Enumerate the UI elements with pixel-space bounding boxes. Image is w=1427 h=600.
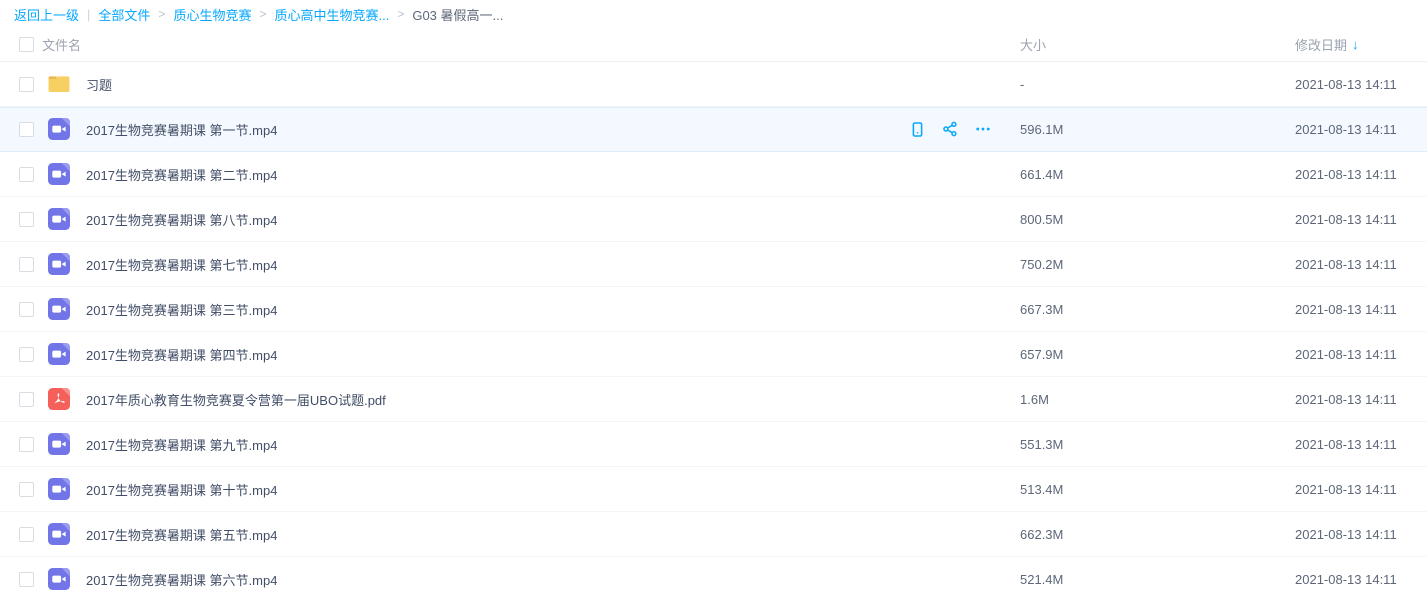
table-row[interactable]: 2017生物竞赛暑期课 第三节.mp4 bbox=[0, 287, 1427, 332]
breadcrumb-chevron: > bbox=[259, 7, 266, 21]
file-name-link[interactable]: 2017生物竞赛暑期课 第七节.mp4 bbox=[86, 255, 277, 274]
file-table-header: 文件名 大小 修改日期 ↓ bbox=[0, 28, 1427, 62]
file-modified: 2021-08-13 14:11 bbox=[1265, 302, 1427, 317]
file-name-link[interactable]: 2017生物竞赛暑期课 第六节.mp4 bbox=[86, 570, 277, 589]
breadcrumb-back-link[interactable]: 返回上一级 bbox=[14, 5, 79, 24]
table-row[interactable]: 2017生物竞赛暑期课 第九节.mp4 bbox=[0, 422, 1427, 467]
file-size: 661.4M bbox=[1020, 167, 1265, 182]
table-row[interactable]: 2017生物竞赛暑期课 第四节.mp4 bbox=[0, 332, 1427, 377]
row-checkbox[interactable] bbox=[19, 302, 34, 317]
column-header-modified-label: 修改日期 bbox=[1295, 35, 1347, 54]
file-modified: 2021-08-13 14:11 bbox=[1265, 212, 1427, 227]
file-name-link[interactable]: 2017生物竞赛暑期课 第十节.mp4 bbox=[86, 480, 277, 499]
select-all-checkbox[interactable] bbox=[19, 37, 34, 52]
file-modified: 2021-08-13 14:11 bbox=[1265, 122, 1427, 137]
to-device-icon[interactable] bbox=[908, 120, 926, 138]
row-hover-actions bbox=[908, 120, 992, 138]
row-checkbox[interactable] bbox=[19, 437, 34, 452]
video-file-icon bbox=[47, 567, 71, 591]
row-checkbox[interactable] bbox=[19, 347, 34, 362]
file-size: 521.4M bbox=[1020, 572, 1265, 587]
column-header-modified[interactable]: 修改日期 ↓ bbox=[1265, 35, 1427, 54]
video-file-icon bbox=[47, 207, 71, 231]
file-modified: 2021-08-13 14:11 bbox=[1265, 167, 1427, 182]
sort-desc-icon[interactable]: ↓ bbox=[1352, 37, 1359, 52]
row-checkbox[interactable] bbox=[19, 77, 34, 92]
file-size: 750.2M bbox=[1020, 257, 1265, 272]
file-modified: 2021-08-13 14:11 bbox=[1265, 347, 1427, 362]
file-modified: 2021-08-13 14:11 bbox=[1265, 77, 1427, 92]
folder-icon bbox=[46, 71, 72, 97]
breadcrumb-link[interactable]: 质心高中生物竞赛... bbox=[274, 5, 389, 24]
column-header-size[interactable]: 大小 bbox=[1020, 35, 1265, 54]
breadcrumb-bar-separator: | bbox=[87, 7, 90, 22]
breadcrumb: 返回上一级 | 全部文件 > 质心生物竞赛 > 质心高中生物竞赛... > G03 暑假高一… bbox=[0, 0, 1427, 28]
table-row[interactable]: 2017生物竞赛暑期课 第二节.mp4 bbox=[0, 152, 1427, 197]
more-icon[interactable] bbox=[974, 120, 992, 138]
table-row[interactable]: 2017生物竞赛暑期课 第十节.mp4 bbox=[0, 467, 1427, 512]
file-modified: 2021-08-13 14:11 bbox=[1265, 482, 1427, 497]
table-row[interactable]: 2017生物竞赛暑期课 第六节.mp4 bbox=[0, 557, 1427, 600]
file-size: 667.3M bbox=[1020, 302, 1265, 317]
file-size: - bbox=[1020, 77, 1265, 92]
file-list: 习题 bbox=[0, 62, 1427, 600]
file-modified: 2021-08-13 14:11 bbox=[1265, 572, 1427, 587]
share-icon[interactable] bbox=[941, 120, 959, 138]
file-size: 657.9M bbox=[1020, 347, 1265, 362]
file-size: 596.1M bbox=[1020, 122, 1265, 137]
file-name-link[interactable]: 2017生物竞赛暑期课 第一节.mp4 bbox=[86, 120, 277, 139]
video-file-icon bbox=[47, 432, 71, 456]
column-header-filename[interactable]: 文件名 bbox=[42, 35, 1020, 54]
file-name-link[interactable]: 习题 bbox=[86, 75, 112, 94]
breadcrumb-link[interactable]: 质心生物竞赛 bbox=[173, 5, 251, 24]
row-checkbox[interactable] bbox=[19, 392, 34, 407]
video-file-icon bbox=[47, 117, 71, 141]
file-name-link[interactable]: 2017生物竞赛暑期课 第四节.mp4 bbox=[86, 345, 277, 364]
video-file-icon bbox=[47, 522, 71, 546]
row-checkbox[interactable] bbox=[19, 257, 34, 272]
row-checkbox[interactable] bbox=[19, 212, 34, 227]
file-name-link[interactable]: 2017生物竞赛暑期课 第九节.mp4 bbox=[86, 435, 277, 454]
file-modified: 2021-08-13 14:11 bbox=[1265, 527, 1427, 542]
file-modified: 2021-08-13 14:11 bbox=[1265, 257, 1427, 272]
video-file-icon bbox=[47, 342, 71, 366]
video-file-icon bbox=[47, 297, 71, 321]
table-row[interactable]: 2017年质心教育生物竞赛夏令营第一届UBO试题.pdf bbox=[0, 377, 1427, 422]
breadcrumb-chevron: > bbox=[397, 7, 404, 21]
file-size: 800.5M bbox=[1020, 212, 1265, 227]
row-checkbox[interactable] bbox=[19, 122, 34, 137]
table-row[interactable]: 2017生物竞赛暑期课 第八节.mp4 bbox=[0, 197, 1427, 242]
table-row[interactable]: 2017生物竞赛暑期课 第七节.mp4 bbox=[0, 242, 1427, 287]
video-file-icon bbox=[47, 162, 71, 186]
file-modified: 2021-08-13 14:11 bbox=[1265, 392, 1427, 407]
row-checkbox[interactable] bbox=[19, 527, 34, 542]
row-checkbox[interactable] bbox=[19, 167, 34, 182]
video-file-icon bbox=[47, 477, 71, 501]
file-size: 551.3M bbox=[1020, 437, 1265, 452]
breadcrumb-current: G03 暑假高一... bbox=[412, 5, 503, 24]
file-size: 1.6M bbox=[1020, 392, 1265, 407]
file-name-link[interactable]: 2017生物竞赛暑期课 第二节.mp4 bbox=[86, 165, 277, 184]
file-name-link[interactable]: 2017生物竞赛暑期课 第三节.mp4 bbox=[86, 300, 277, 319]
table-row[interactable]: 2017生物竞赛暑期课 第五节.mp4 bbox=[0, 512, 1427, 557]
file-size: 513.4M bbox=[1020, 482, 1265, 497]
file-name-link[interactable]: 2017生物竞赛暑期课 第五节.mp4 bbox=[86, 525, 277, 544]
table-row[interactable]: 习题 bbox=[0, 62, 1427, 107]
pdf-file-icon bbox=[47, 387, 71, 411]
row-checkbox[interactable] bbox=[19, 572, 34, 587]
file-name-link[interactable]: 2017生物竞赛暑期课 第八节.mp4 bbox=[86, 210, 277, 229]
row-checkbox[interactable] bbox=[19, 482, 34, 497]
video-file-icon bbox=[47, 252, 71, 276]
breadcrumb-chevron: > bbox=[158, 7, 165, 21]
table-row[interactable]: 2017生物竞赛暑期课 第一节.mp4 bbox=[0, 107, 1427, 152]
file-size: 662.3M bbox=[1020, 527, 1265, 542]
file-name-link[interactable]: 2017年质心教育生物竞赛夏令营第一届UBO试题.pdf bbox=[86, 390, 386, 409]
breadcrumb-link[interactable]: 全部文件 bbox=[98, 5, 150, 24]
file-modified: 2021-08-13 14:11 bbox=[1265, 437, 1427, 452]
